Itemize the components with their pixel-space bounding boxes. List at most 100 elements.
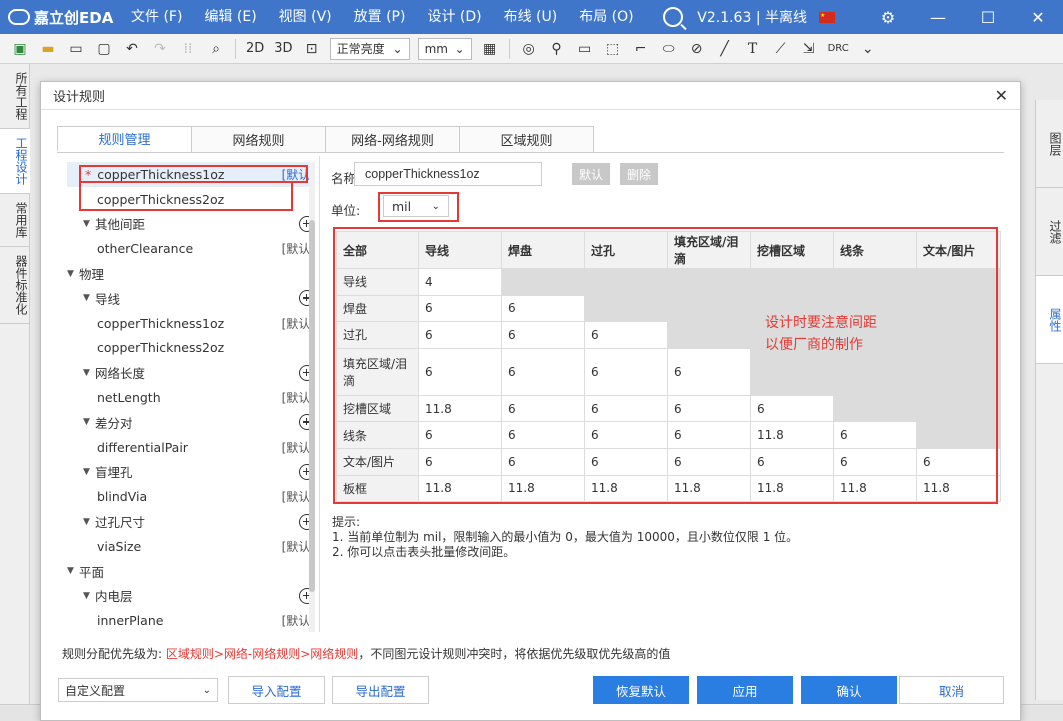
import-icon[interactable]: ⇲	[798, 38, 820, 60]
clearance-cell[interactable]: 6	[501, 321, 585, 349]
right-nav-tab[interactable]: 属性	[1036, 276, 1063, 364]
caret-down-icon[interactable]: ▼	[67, 269, 79, 279]
unit-select[interactable]: mm ⌄	[417, 37, 472, 60]
row-header[interactable]: 填充区域/泪滴	[336, 347, 419, 396]
clearance-cell[interactable]: 6	[584, 347, 668, 396]
caret-down-icon[interactable]: ▼	[83, 293, 95, 303]
menu-item[interactable]: 布线 (U)	[493, 0, 569, 34]
minimize-button[interactable]: —	[913, 8, 963, 27]
row-header[interactable]: 导线	[336, 268, 419, 296]
clearance-cell[interactable]: 6	[584, 447, 668, 476]
clearance-cell[interactable]: 11.8	[501, 474, 585, 503]
apply-button[interactable]: 应用	[697, 676, 793, 704]
default-button[interactable]: 默认	[572, 163, 610, 185]
close-icon[interactable]: ✕	[995, 86, 1008, 105]
row-header[interactable]: 线条	[336, 421, 419, 449]
chevron-down-icon[interactable]: ⌄	[857, 38, 879, 60]
row-header[interactable]: 板框	[336, 474, 419, 503]
clearance-cell[interactable]: 6	[916, 447, 1001, 476]
view-3d-button[interactable]: 3D	[274, 41, 292, 56]
menu-item[interactable]: 文件 (F)	[120, 0, 193, 34]
clearance-cell[interactable]: 4	[418, 268, 502, 296]
clearance-cell[interactable]: 6	[750, 447, 834, 476]
brightness-select[interactable]: 正常亮度 ⌄	[329, 37, 410, 60]
clearance-cell[interactable]: 11.8	[750, 421, 834, 449]
maximize-button[interactable]: ☐	[963, 8, 1013, 27]
clearance-cell[interactable]: 6	[667, 447, 751, 476]
tree-group[interactable]: ▼ 其他间距	[67, 212, 315, 237]
right-nav-tab[interactable]: 过滤	[1036, 188, 1063, 276]
clearance-cell[interactable]: 11.8	[584, 474, 668, 503]
find-icon[interactable]: ⌕	[205, 38, 227, 60]
row-header[interactable]: 挖槽区域	[336, 394, 419, 423]
column-header[interactable]: 挖槽区域	[750, 231, 834, 269]
menu-item[interactable]: 放置 (P)	[343, 0, 417, 34]
clearance-cell[interactable]: 11.8	[916, 474, 1001, 503]
grid-icon[interactable]: ⁞⁞	[177, 38, 199, 60]
clearance-cell[interactable]: 6	[418, 421, 502, 449]
language-flag-icon[interactable]	[819, 11, 835, 23]
grid-settings-icon[interactable]: ▦	[479, 38, 501, 60]
select-icon[interactable]: ⬚	[602, 38, 624, 60]
drc-button[interactable]: DRC	[828, 43, 849, 54]
clearance-cell[interactable]: 6	[418, 347, 502, 396]
clearance-cell[interactable]: 11.8	[750, 474, 834, 503]
scrollbar-thumb[interactable]	[309, 220, 315, 592]
clearance-cell[interactable]: 6	[501, 347, 585, 396]
unit-dropdown[interactable]: mil ⌄	[383, 195, 449, 217]
caret-down-icon[interactable]: ▼	[83, 517, 95, 527]
zoom-fit-icon[interactable]: ⊡	[301, 38, 323, 60]
config-select[interactable]: 自定义配置 ⌄	[58, 678, 218, 702]
clearance-cell[interactable]: 6	[667, 421, 751, 449]
column-header[interactable]: 文本/图片	[916, 231, 1001, 269]
cancel-button[interactable]: 取消	[899, 676, 1004, 704]
left-nav-tab[interactable]: 器件标准化	[0, 247, 30, 324]
column-header[interactable]: 导线	[418, 231, 502, 269]
clearance-cell[interactable]: 6	[667, 394, 751, 423]
column-header[interactable]: 填充区域/泪滴	[667, 231, 751, 269]
caret-down-icon[interactable]: ▼	[83, 219, 95, 229]
clearance-cell[interactable]: 6	[418, 321, 502, 349]
clearance-cell[interactable]: 11.8	[418, 394, 502, 423]
menu-item[interactable]: 视图 (V)	[268, 0, 343, 34]
dialog-tab[interactable]: 网络-网络规则	[325, 126, 460, 152]
column-header[interactable]: 线条	[833, 231, 917, 269]
ok-button[interactable]: 确认	[801, 676, 897, 704]
left-nav-tab[interactable]: 工程设计	[0, 129, 30, 194]
save-all-icon[interactable]: ▢	[93, 38, 115, 60]
column-header[interactable]: 全部	[336, 231, 419, 269]
delete-button[interactable]: 删除	[620, 163, 658, 185]
clearance-cell[interactable]: 6	[501, 421, 585, 449]
clearance-cell[interactable]: 6	[584, 321, 668, 349]
open-icon[interactable]: ▬	[37, 38, 59, 60]
menu-item[interactable]: 布局 (O)	[568, 0, 644, 34]
clearance-cell[interactable]: 6	[501, 294, 585, 323]
tree-item[interactable]: differentialPair [默认]	[67, 435, 315, 460]
row-header[interactable]: 焊盘	[336, 294, 419, 323]
tree-item[interactable]: blindVia [默认]	[67, 484, 315, 509]
tree-group[interactable]: ▼ 平面	[67, 559, 315, 584]
undo-icon[interactable]: ↶	[121, 38, 143, 60]
tree-group[interactable]: ▼ 网络长度	[67, 360, 315, 385]
clearance-cell[interactable]: 6	[833, 447, 917, 476]
caret-down-icon[interactable]: ▼	[83, 417, 95, 427]
tree-item[interactable]: copperThickness2oz	[67, 187, 315, 212]
column-header[interactable]: 焊盘	[501, 231, 585, 269]
new-icon[interactable]: ▣	[9, 38, 31, 60]
clearance-cell[interactable]: 6	[833, 421, 917, 449]
left-nav-tab[interactable]: 常用库	[0, 194, 30, 247]
pin-icon[interactable]: ⚲	[546, 38, 568, 60]
import-config-button[interactable]: 导入配置	[228, 676, 325, 704]
view-2d-button[interactable]: 2D	[246, 41, 264, 56]
clearance-cell[interactable]: 6	[501, 447, 585, 476]
tree-item[interactable]: innerPlane [默认]	[67, 608, 315, 632]
caret-down-icon[interactable]: ▼	[83, 467, 95, 477]
dialog-tab[interactable]: 规则管理	[57, 126, 192, 152]
export-config-button[interactable]: 导出配置	[332, 676, 429, 704]
tree-item[interactable]: viaSize [默认]	[67, 534, 315, 559]
left-nav-tab[interactable]: 所有工程	[0, 64, 30, 129]
line-icon[interactable]: ╱	[714, 38, 736, 60]
row-header[interactable]: 过孔	[336, 321, 419, 349]
clearance-cell[interactable]: 6	[418, 294, 502, 323]
clearance-cell[interactable]: 6	[584, 421, 668, 449]
